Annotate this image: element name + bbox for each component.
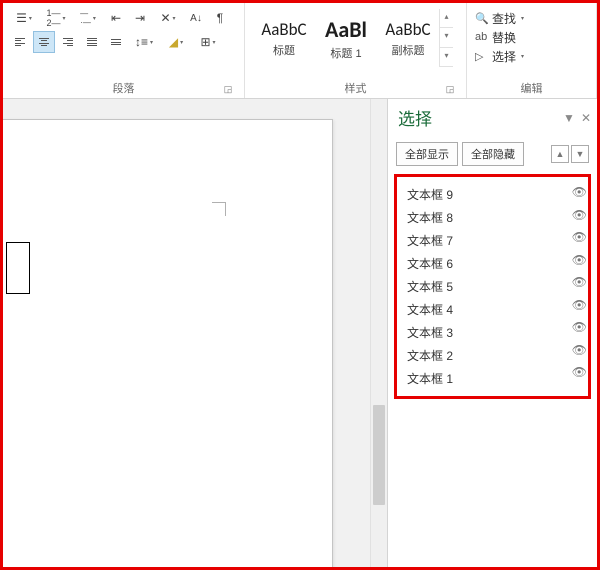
distribute-button[interactable] bbox=[105, 31, 127, 53]
pane-dropdown-icon[interactable]: ▼ bbox=[563, 111, 575, 125]
send-backward-button[interactable]: ▼ bbox=[571, 145, 589, 163]
selection-list: 文本框 9 文本框 8 文本框 7 文本框 6 文本框 5 文本框 4 文本框 … bbox=[399, 183, 586, 390]
line-spacing-button[interactable]: ↕≡▾ bbox=[129, 31, 159, 53]
find-button[interactable]: 🔍 查找▾ bbox=[473, 9, 590, 27]
show-marks-button[interactable]: ¶ bbox=[209, 7, 231, 29]
style-item-subtitle[interactable]: AaBbC 副标题 bbox=[377, 9, 439, 67]
list-item[interactable]: 文本框 3 bbox=[399, 321, 586, 344]
multilevel-list-button[interactable]: —·—▾ bbox=[73, 7, 103, 29]
margin-mark-icon bbox=[212, 202, 226, 216]
select-icon: ▷ bbox=[475, 50, 489, 63]
list-item[interactable]: 文本框 6 bbox=[399, 252, 586, 275]
list-item[interactable]: 文本框 4 bbox=[399, 298, 586, 321]
gallery-down-icon[interactable]: ▾ bbox=[440, 28, 453, 47]
visibility-toggle-icon[interactable]: 👁 bbox=[572, 339, 587, 362]
dialog-launcher-icon[interactable]: ◲ bbox=[222, 84, 234, 96]
vertical-scrollbar[interactable] bbox=[370, 99, 387, 567]
selection-pane: 选择 ▼ ✕ 全部显示 全部隐藏 ▲ ▼ 文本框 9 bbox=[387, 99, 597, 567]
list-item[interactable]: 文本框 2 bbox=[399, 344, 586, 367]
ribbon-group-styles: AaBbC 标题 AaBl 标题 1 AaBbC 副标题 ▴ ▾ ▾ bbox=[245, 3, 467, 98]
style-item-heading1[interactable]: AaBl 标题 1 bbox=[315, 9, 377, 67]
scrollbar-thumb[interactable] bbox=[373, 405, 385, 505]
selection-list-highlight: 文本框 9 文本框 8 文本框 7 文本框 6 文本框 5 文本框 4 文本框 … bbox=[394, 174, 591, 399]
dialog-launcher-icon[interactable]: ◲ bbox=[444, 84, 456, 96]
visibility-toggle-icon[interactable]: 👁 bbox=[572, 249, 587, 272]
visibility-toggle-icon[interactable]: 👁 bbox=[572, 204, 587, 227]
sort-button[interactable]: A↓ bbox=[185, 7, 207, 29]
visibility-toggle-icon[interactable]: 👁 bbox=[572, 361, 587, 384]
visibility-toggle-icon[interactable]: 👁 bbox=[572, 294, 587, 317]
align-left-button[interactable] bbox=[9, 31, 31, 53]
group-label-edit: 编辑 bbox=[473, 77, 590, 98]
app-window: ☰▾ 1—2—▾ —·—▾ ⇤ ⇥ ✕▾ A↓ ¶ bbox=[0, 0, 600, 570]
numbering-button[interactable]: 1—2—▾ bbox=[41, 7, 71, 29]
visibility-toggle-icon[interactable]: 👁 bbox=[572, 226, 587, 249]
content-area: 选择 ▼ ✕ 全部显示 全部隐藏 ▲ ▼ 文本框 9 bbox=[3, 99, 597, 567]
list-item[interactable]: 文本框 8 bbox=[399, 206, 586, 229]
hide-all-button[interactable]: 全部隐藏 bbox=[462, 142, 524, 166]
decrease-indent-button[interactable]: ⇤ bbox=[105, 7, 127, 29]
select-button[interactable]: ▷ 选择▾ bbox=[473, 47, 590, 65]
group-label-paragraph: 段落 ◲ bbox=[9, 77, 238, 98]
pane-close-icon[interactable]: ✕ bbox=[581, 111, 591, 125]
gallery-up-icon[interactable]: ▴ bbox=[440, 9, 453, 28]
style-item-title[interactable]: AaBbC 标题 bbox=[253, 9, 315, 67]
increase-indent-button[interactable]: ⇥ bbox=[129, 7, 151, 29]
visibility-toggle-icon[interactable]: 👁 bbox=[572, 271, 587, 294]
show-all-button[interactable]: 全部显示 bbox=[396, 142, 458, 166]
find-icon: 🔍 bbox=[475, 12, 489, 25]
list-item[interactable]: 文本框 1 bbox=[399, 367, 586, 390]
shading-button[interactable]: ◢▾ bbox=[161, 31, 191, 53]
document-area[interactable] bbox=[3, 99, 370, 567]
gallery-scroll[interactable]: ▴ ▾ ▾ bbox=[439, 9, 453, 67]
styles-gallery[interactable]: AaBbC 标题 AaBl 标题 1 AaBbC 副标题 ▴ ▾ ▾ bbox=[251, 7, 453, 67]
justify-button[interactable] bbox=[81, 31, 103, 53]
list-item[interactable]: 文本框 5 bbox=[399, 275, 586, 298]
selection-pane-title: 选择 bbox=[398, 105, 432, 130]
bullets-button[interactable]: ☰▾ bbox=[9, 7, 39, 29]
align-right-button[interactable] bbox=[57, 31, 79, 53]
align-center-button[interactable] bbox=[33, 31, 55, 53]
replace-button[interactable]: ab 替换 bbox=[473, 28, 590, 46]
visibility-toggle-icon[interactable]: 👁 bbox=[572, 181, 587, 204]
ribbon-group-paragraph: ☰▾ 1—2—▾ —·—▾ ⇤ ⇥ ✕▾ A↓ ¶ bbox=[3, 3, 245, 98]
replace-icon: ab bbox=[475, 31, 489, 43]
ribbon-group-edit: 🔍 查找▾ ab 替换 ▷ 选择▾ 编辑 bbox=[467, 3, 597, 98]
text-box-shape[interactable] bbox=[6, 242, 30, 294]
visibility-toggle-icon[interactable]: 👁 bbox=[572, 316, 587, 339]
ribbon: ☰▾ 1—2—▾ —·—▾ ⇤ ⇥ ✕▾ A↓ ¶ bbox=[3, 3, 597, 99]
list-item[interactable]: 文本框 7 bbox=[399, 229, 586, 252]
document-page[interactable] bbox=[3, 119, 333, 567]
bring-forward-button[interactable]: ▲ bbox=[551, 145, 569, 163]
gallery-more-icon[interactable]: ▾ bbox=[440, 48, 453, 67]
asian-layout-button[interactable]: ✕▾ bbox=[153, 7, 183, 29]
borders-button[interactable]: ⊞▾ bbox=[193, 31, 223, 53]
group-label-styles: 样式 ◲ bbox=[251, 77, 460, 98]
list-item[interactable]: 文本框 9 bbox=[399, 183, 586, 206]
